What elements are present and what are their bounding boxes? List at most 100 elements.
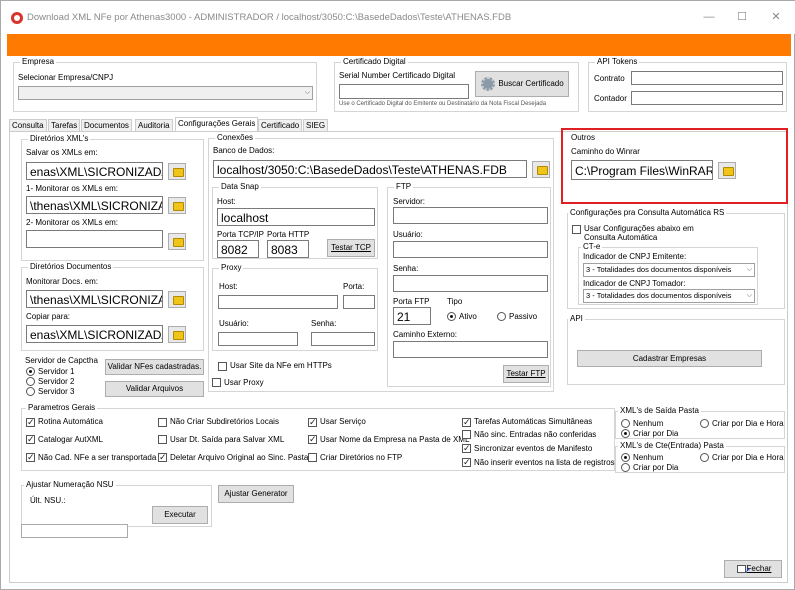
monitorar1-folder-icon[interactable] xyxy=(168,197,186,214)
app-icon xyxy=(11,12,23,24)
tomador-select[interactable]: 3 - Totalidades dos documentos disponíve… xyxy=(583,289,755,303)
close-button[interactable]: ✕ xyxy=(768,10,784,24)
servidor1-label: Servidor 1 xyxy=(38,367,75,376)
monitorar1-label: 1- Monitorar os XMLs em: xyxy=(26,184,119,193)
saida-dia-radio[interactable] xyxy=(621,429,630,438)
winrar-folder-icon[interactable] xyxy=(718,162,736,179)
cadastrar-empresas-button[interactable]: Cadastrar Empresas xyxy=(577,350,762,367)
nsu-group: Ajustar Numeração NSU Últ. NSU.: Executa… xyxy=(21,480,212,527)
fechar-button[interactable]: ➚ Fechar xyxy=(724,560,782,578)
param-checkbox-9[interactable] xyxy=(26,452,35,463)
ftp-servidor-input[interactable] xyxy=(393,207,548,224)
cte-nenhum-label: Nenhum xyxy=(633,453,664,462)
proxy-group: Proxy Host: Porta: Usuário: Senha: xyxy=(212,263,378,351)
ftp-caminho-label: Caminho Externo: xyxy=(393,330,458,339)
param-label-10: Deletar Arquivo Original ao Sinc. Pasta xyxy=(170,453,309,462)
usar-site-checkbox[interactable] xyxy=(218,362,227,371)
banco-folder-icon[interactable] xyxy=(532,161,550,178)
api-tokens-group-label: API Tokens xyxy=(595,57,640,66)
diretorios-xml-group: Diretórios XML's Salvar os XMLs em: enas… xyxy=(21,134,204,261)
usar-cfg-label: Usar Configurações abaixo em Consulta Au… xyxy=(584,224,694,242)
usar-proxy-checkbox[interactable] xyxy=(212,378,221,387)
window-title: Download XML NFe por Athenas3000 - ADMIN… xyxy=(27,12,512,23)
diretorios-xml-group-label: Diretórios XML's xyxy=(28,134,91,143)
emitente-select[interactable]: 3 - Totalidades dos documentos disponíve… xyxy=(583,263,755,277)
monitorar2-folder-icon[interactable] xyxy=(168,233,186,250)
monitorar-docs-input[interactable]: \thenas\XML\SICRONIZAR xyxy=(26,290,163,308)
outros-group-label: Outros xyxy=(571,133,596,142)
cte-nenhum-radio[interactable] xyxy=(621,453,630,462)
maximize-button[interactable]: ☐ xyxy=(734,10,750,24)
proxy-host-input[interactable] xyxy=(218,295,338,309)
param-checkbox-5[interactable] xyxy=(158,435,167,444)
ftp-group-label: FTP xyxy=(394,182,414,191)
empresa-select[interactable]: ⌵ xyxy=(18,86,313,100)
param-checkbox-12[interactable] xyxy=(462,457,471,468)
ftp-usuario-input[interactable] xyxy=(393,241,548,258)
param-checkbox-10[interactable] xyxy=(158,452,167,463)
title-bar: Download XML NFe por Athenas3000 - ADMIN… xyxy=(1,1,795,34)
param-checkbox-4[interactable] xyxy=(26,434,35,445)
param-checkbox-6[interactable] xyxy=(308,434,317,445)
param-checkbox-2[interactable] xyxy=(308,417,317,428)
minimize-button[interactable]: — xyxy=(701,10,717,24)
copiar-input[interactable]: enas\XML\SICRONIZADAS xyxy=(26,325,163,343)
buscar-certificado-button[interactable]: Buscar Certificado xyxy=(475,71,569,97)
porta-tcp-input[interactable]: 8082 xyxy=(217,240,259,258)
datasnap-host-input[interactable]: localhost xyxy=(217,208,375,226)
usar-cfg-checkbox[interactable] xyxy=(572,225,581,234)
param-checkbox-8[interactable] xyxy=(462,443,471,454)
salvar-input[interactable]: enas\XML\SICRONIZADAS xyxy=(26,162,163,180)
proxy-senha-input[interactable] xyxy=(311,332,375,346)
ftp-porta-label: Porta FTP xyxy=(393,297,430,306)
executar-button[interactable]: Executar xyxy=(152,506,208,524)
xml-cte-group-label: XML's de Cte(Entrada) Pasta xyxy=(618,441,726,450)
banco-input[interactable]: localhost/3050:C:\BasedeDados\Teste\ATHE… xyxy=(213,160,527,178)
ftp-caminho-input[interactable] xyxy=(393,341,548,358)
proxy-usuario-input[interactable] xyxy=(218,332,298,346)
testar-ftp-button[interactable]: Testar FTP xyxy=(503,365,549,383)
conexoes-group-label: Conexões xyxy=(215,133,256,142)
param-label-2: Usar Serviço xyxy=(320,417,366,426)
tab-configuracoes-gerais[interactable]: Configurações Gerais xyxy=(175,117,259,132)
winrar-input[interactable]: C:\Program Files\WinRAR xyxy=(571,160,713,180)
ftp-senha-input[interactable] xyxy=(393,275,548,292)
validar-arquivos-button[interactable]: Validar Arquivos xyxy=(105,381,204,397)
servidor1-radio[interactable] xyxy=(26,367,35,376)
param-checkbox-3[interactable] xyxy=(462,417,471,428)
ftp-ativo-radio[interactable] xyxy=(447,312,456,321)
testar-tcp-button[interactable]: Testar TCP xyxy=(327,239,375,257)
param-label-9: Não Cad. NFe a ser transportada xyxy=(38,453,157,462)
monitorar-docs-folder-icon[interactable] xyxy=(168,291,186,308)
proxy-porta-input[interactable] xyxy=(343,295,375,309)
monitorar2-input[interactable] xyxy=(26,230,163,248)
xml-saida-group: XML's de Saída Pasta Nenhum Criar por Di… xyxy=(615,406,785,439)
monitorar1-input[interactable]: \thenas\XML\SICRONIZAR xyxy=(26,196,163,214)
servidor2-radio[interactable] xyxy=(26,377,35,386)
api-group-label: API xyxy=(568,314,585,323)
contrato-input[interactable] xyxy=(631,71,783,85)
proxy-porta-label: Porta: xyxy=(343,282,365,291)
serial-input[interactable] xyxy=(339,84,469,99)
nsu-input[interactable] xyxy=(21,524,128,538)
param-checkbox-11[interactable] xyxy=(308,453,317,462)
cte-dia-radio[interactable] xyxy=(621,463,630,472)
ftp-porta-input[interactable]: 21 xyxy=(393,307,431,325)
saida-nenhum-radio[interactable] xyxy=(621,419,630,428)
ajustar-generator-button[interactable]: Ajustar Generator xyxy=(218,485,294,503)
copiar-folder-icon[interactable] xyxy=(168,326,186,343)
param-checkbox-7[interactable] xyxy=(462,430,471,439)
servidor3-radio[interactable] xyxy=(26,387,35,396)
ftp-passivo-radio[interactable] xyxy=(497,312,506,321)
main-window: Download XML NFe por Athenas3000 - ADMIN… xyxy=(0,0,795,590)
validar-nfes-button[interactable]: Validar NFes cadastradas. xyxy=(105,359,204,375)
porta-http-input[interactable]: 8083 xyxy=(267,240,309,258)
salvar-folder-icon[interactable] xyxy=(168,163,186,180)
header-banner xyxy=(7,34,791,56)
cte-dia-hora-radio[interactable] xyxy=(700,453,709,462)
saida-dia-hora-radio[interactable] xyxy=(700,419,709,428)
param-checkbox-1[interactable] xyxy=(158,418,167,427)
contador-input[interactable] xyxy=(631,91,783,105)
param-checkbox-0[interactable] xyxy=(26,417,35,428)
emitente-label: Indicador de CNPJ Emitente: xyxy=(583,252,687,261)
